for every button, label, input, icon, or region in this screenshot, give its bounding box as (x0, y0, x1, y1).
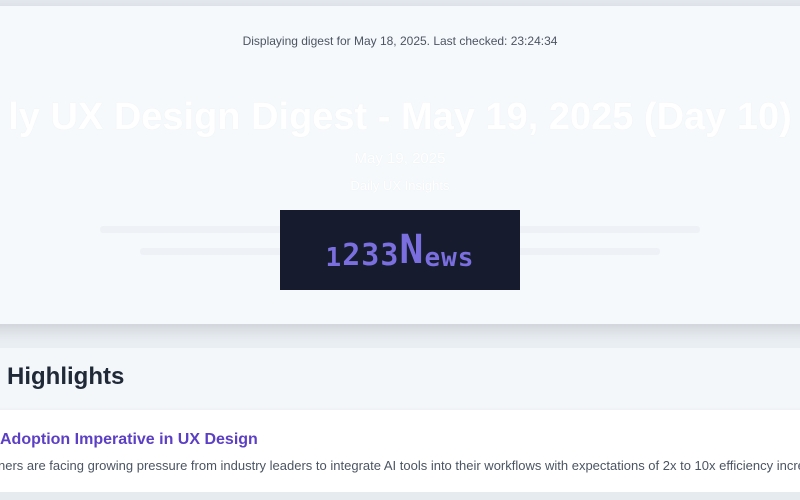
highlight-summary: ners are facing growing pressure from in… (0, 458, 800, 473)
bottom-divider (0, 492, 800, 500)
digest-subtitle: Daily UX Insights (350, 178, 450, 193)
digest-title: ly UX Design Digest - May 19, 2025 (Day … (8, 96, 792, 138)
highlight-card (0, 410, 800, 492)
digest-date: May 19, 2025 (354, 150, 446, 167)
news-logo-text: 1 233 N ews (325, 227, 475, 273)
news-logo[interactable]: 1 233 N ews (280, 210, 520, 290)
highlight-title-link[interactable]: Adoption Imperative in UX Design (0, 431, 258, 449)
highlights-heading: Highlights (7, 363, 125, 390)
digest-status-text: Displaying digest for May 18, 2025. Last… (242, 34, 558, 48)
page: Displaying digest for May 18, 2025. Last… (0, 0, 800, 500)
